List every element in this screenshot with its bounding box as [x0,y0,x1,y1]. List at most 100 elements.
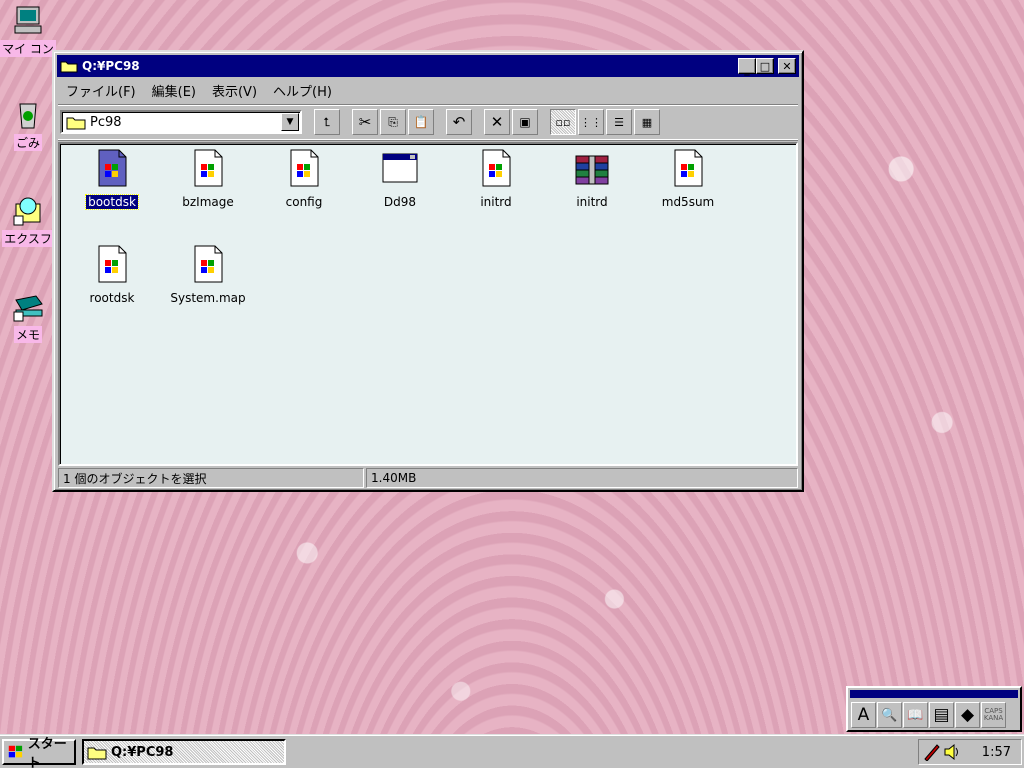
title-bar[interactable]: Q:¥PC98 _ □ ✕ [57,55,799,77]
delete-button[interactable]: ✕ [484,109,510,135]
ime-caps-kana-button[interactable]: CAPS KANA [981,702,1006,728]
up-folder-icon: ⮤ [323,115,331,129]
file-name: rootdsk [89,291,135,305]
menu-view[interactable]: 表示(V) [204,81,265,100]
file-item[interactable]: System.map [168,240,248,320]
file-name: config [285,195,323,209]
clock[interactable]: 1:57 [982,745,1011,760]
file-name: bootdsk [85,194,139,210]
speaker-icon[interactable] [943,743,961,761]
desktop-icon-label: マイ コン [0,40,56,57]
document-icon [190,240,226,287]
menu-edit[interactable]: 編集(E) [144,81,204,100]
ime-dictionary-button[interactable]: 📖 [903,702,928,728]
taskbar-window-label: Q:¥PC98 [111,744,174,760]
taskbar-window-button[interactable]: Q:¥PC98 [82,739,286,765]
ime-tool-button[interactable]: ◆ [955,702,980,728]
minimize-icon: _ [744,62,750,76]
file-list-view[interactable]: bootdsk bzImage config Dd98 initrd initrd md5s… [58,142,798,466]
desktop-icon-explorer[interactable]: エクスフ [2,192,54,260]
taskbar: スタート Q:¥PC98 1:57 [0,734,1024,768]
explorer-icon [13,197,41,226]
maximize-icon: □ [759,59,771,73]
notepad-icon [13,295,43,322]
close-icon: ✕ [782,59,792,73]
details-view-button[interactable]: ▦ [634,109,660,135]
document-icon [670,144,706,191]
my-computer-icon [14,6,42,34]
explorer-window: Q:¥PC98 _ □ ✕ ファイル(F) 編集(E) 表示(V) ヘルプ(H)… [52,50,804,492]
file-item[interactable]: initrd [456,144,536,224]
recycle-bin-icon [19,103,37,129]
list-view-icon: ☰ [614,115,624,129]
scissors-icon: ✂ [358,112,372,131]
pad-icon: ▤ [933,705,950,725]
file-name: initrd [480,195,512,209]
file-item[interactable]: md5sum [648,144,728,224]
ime-input-mode-button[interactable]: A [851,702,876,728]
archive-books-icon [574,144,610,191]
delete-icon: ✕ [490,112,504,131]
application-window-icon [382,144,418,191]
paste-button[interactable]: 📋 [408,109,434,135]
file-item[interactable]: bootdsk [72,144,152,224]
details-view-icon: ▦ [641,115,653,129]
desktop-icon-label: メモ [13,326,42,343]
status-size: 1.40MB [366,468,798,488]
start-button[interactable]: スタート [2,737,76,768]
properties-button[interactable]: ▣ [512,109,538,135]
ime-toolbar: A 🔍 📖 ▤ ◆ CAPS KANA [846,686,1022,732]
desktop-icon-notepad[interactable]: メモ [4,288,52,356]
small-icons-icon: ⋮⋮ [580,115,602,129]
properties-icon: ▣ [519,115,531,129]
system-tray: 1:57 [918,739,1022,765]
document-icon [190,144,226,191]
document-icon [94,144,130,191]
ime-pen-icon[interactable] [923,743,941,761]
minimize-button[interactable]: _ [738,58,756,76]
toolbar: Pc98 ▼ ⮤ ✂ ⎘ 📋 ↶ ✕ ▣ ▫▫ ⋮⋮ ☰ ▦ [58,104,798,140]
file-item[interactable]: bzImage [168,144,248,224]
address-value: Pc98 [90,114,122,130]
desktop-icon-label: エクスフ [2,230,54,247]
cut-button[interactable]: ✂ [352,109,378,135]
status-bar: 1 個のオブジェクトを選択 1.40MB [58,468,798,488]
file-item[interactable]: initrd [552,144,632,224]
folder-icon [60,61,78,73]
small-icons-button[interactable]: ⋮⋮ [578,109,604,135]
file-item[interactable]: config [264,144,344,224]
magnifier-icon: 🔍 [881,707,898,723]
ime-toolbar-titlebar[interactable] [850,690,1018,698]
list-view-button[interactable]: ☰ [606,109,632,135]
start-label: スタート [27,737,67,768]
address-dropdown-button[interactable]: ▼ [281,113,299,131]
desktop-icon-my-computer[interactable]: マイ コン [0,2,56,70]
ime-pad-button[interactable]: ▤ [929,702,954,728]
address-combobox[interactable]: Pc98 ▼ [60,110,302,134]
status-selection: 1 個のオブジェクトを選択 [58,468,364,488]
document-icon [94,240,130,287]
menu-file[interactable]: ファイル(F) [58,81,144,100]
file-name: bzImage [182,195,234,209]
window-title: Q:¥PC98 [82,59,140,73]
copy-button[interactable]: ⎘ [380,109,406,135]
ime-search-button[interactable]: 🔍 [877,702,902,728]
file-item[interactable]: rootdsk [72,240,152,320]
file-name: md5sum [661,195,715,209]
desktop-icon-label: ごみ [13,134,42,151]
file-name: Dd98 [383,195,417,209]
menu-help[interactable]: ヘルプ(H) [265,81,340,100]
desktop-icon-recycle-bin[interactable]: ごみ [4,96,52,164]
file-name: System.map [170,291,246,305]
close-button[interactable]: ✕ [778,58,796,74]
up-folder-button[interactable]: ⮤ [314,109,340,135]
file-item[interactable]: Dd98 [360,144,440,224]
maximize-button[interactable]: □ [756,58,774,74]
chevron-down-icon: ▼ [286,117,294,127]
eraser-icon: ◆ [960,705,975,725]
undo-icon: ↶ [452,112,466,131]
undo-button[interactable]: ↶ [446,109,472,135]
windows-logo-icon [8,745,23,758]
large-icons-icon: ▫▫ [555,115,571,129]
large-icons-button[interactable]: ▫▫ [550,109,576,135]
